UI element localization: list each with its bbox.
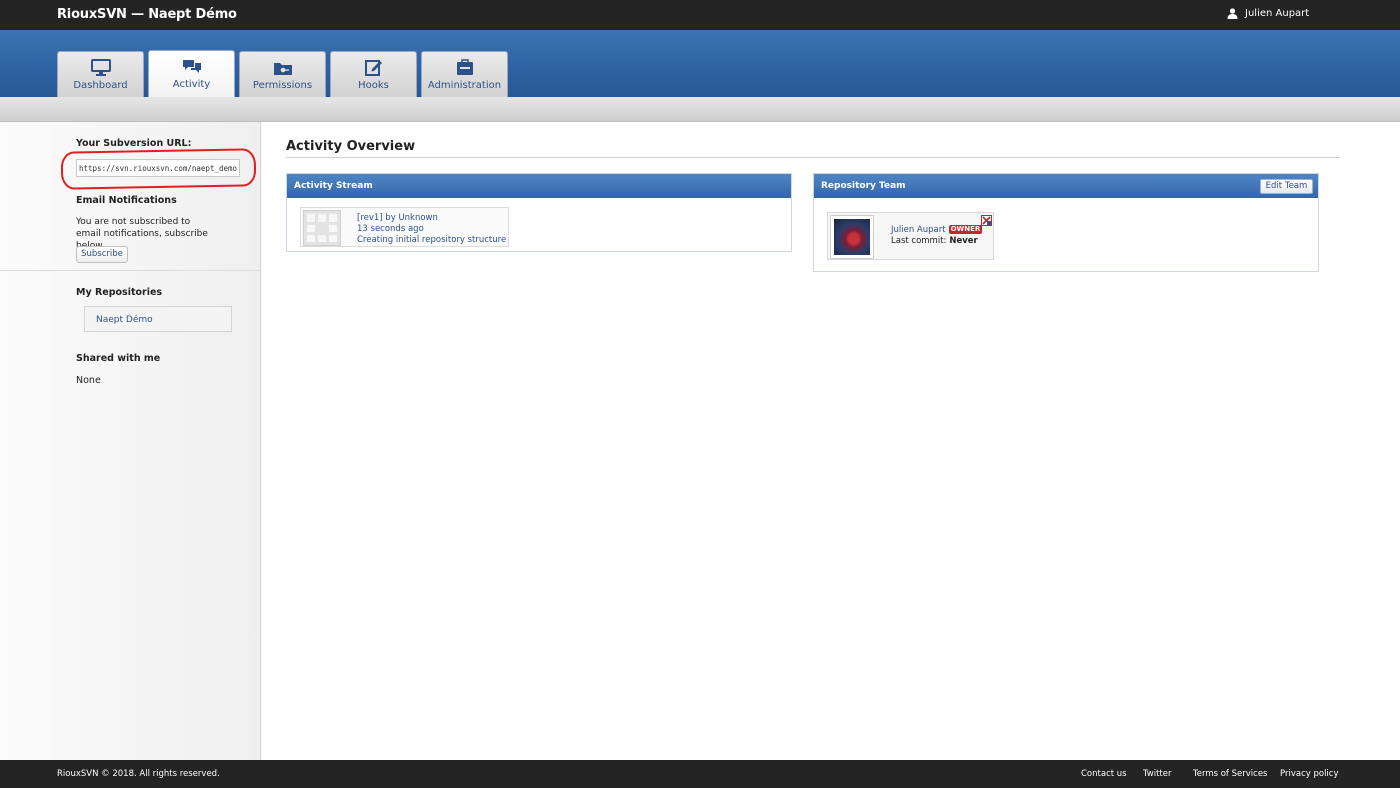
email-notifications-heading: Email Notifications: [76, 195, 177, 206]
tab-permissions[interactable]: Permissions: [239, 51, 326, 97]
user-icon: [1227, 8, 1238, 19]
chat-icon: [182, 60, 201, 73]
shared-with-me-heading: Shared with me: [76, 353, 161, 364]
briefcase-icon: [456, 59, 473, 75]
last-commit-value: Never: [949, 236, 978, 246]
tab-label: Hooks: [358, 80, 389, 91]
identicon-icon: [307, 214, 337, 242]
last-commit-label: Last commit:: [891, 236, 947, 246]
activity-time: 13 seconds ago: [357, 224, 424, 234]
avatar: [830, 215, 874, 259]
main-content: Activity Overview Activity Stream [rev1]…: [262, 122, 1400, 760]
user-name: Julien Aupart: [1245, 8, 1310, 19]
team-member-name[interactable]: Julien Aupart: [891, 225, 946, 235]
twitter-link[interactable]: Twitter: [1143, 769, 1172, 779]
user-menu[interactable]: Julien Aupart: [1227, 8, 1309, 19]
sidebar-divider: [0, 270, 260, 271]
shared-with-me-value: None: [76, 375, 101, 386]
privacy-link[interactable]: Privacy policy: [1280, 769, 1339, 779]
edit-team-button[interactable]: Edit Team: [1260, 179, 1313, 194]
tab-label: Dashboard: [73, 80, 128, 91]
page-title: Activity Overview: [286, 139, 416, 154]
activity-revision[interactable]: [rev1] by Unknown: [357, 213, 506, 224]
remove-member-icon[interactable]: [981, 215, 992, 226]
tab-dashboard[interactable]: Dashboard: [57, 51, 144, 97]
activity-stream-title: Activity Stream: [294, 181, 373, 191]
team-member-info: Julien Aupart OWNER Last commit: Never: [891, 225, 983, 247]
sub-band: [0, 97, 1400, 122]
top-bar: RiouxSVN — Naept Démo Julien Aupart: [0, 0, 1400, 30]
avatar-image: [834, 219, 870, 255]
app-title: RiouxSVN — Naept Démo: [57, 7, 237, 22]
activity-text: [rev1] by Unknown 13 seconds ago Creatin…: [357, 213, 506, 246]
repository-team-title: Repository Team: [821, 181, 906, 191]
tab-activity[interactable]: Activity: [148, 50, 235, 97]
tab-label: Activity: [172, 79, 211, 90]
folder-key-icon: [273, 63, 292, 75]
my-repositories-heading: My Repositories: [76, 287, 163, 298]
footer: RiouxSVN © 2018. All rights reserved. Co…: [0, 760, 1400, 788]
tab-administration[interactable]: Administration: [421, 51, 508, 97]
subscribe-button[interactable]: Subscribe: [76, 246, 128, 263]
owner-badge: OWNER: [948, 225, 983, 234]
repository-team-header: Repository Team Edit Team: [814, 174, 1318, 198]
activity-message: Creating initial repository structure: [357, 235, 507, 245]
team-member-card: Julien Aupart OWNER Last commit: Never: [827, 212, 994, 260]
svn-url-field[interactable]: https://svn.riouxsvn.com/naept_demo: [76, 159, 240, 177]
tab-label: Permissions: [252, 80, 313, 91]
copyright-text: RiouxSVN © 2018. All rights reserved.: [57, 769, 220, 779]
activity-avatar: [303, 210, 341, 246]
title-divider: [286, 157, 1340, 158]
activity-stream-header: Activity Stream: [287, 174, 791, 198]
edit-icon: [364, 60, 382, 76]
tab-label: Administration: [427, 80, 502, 91]
terms-link[interactable]: Terms of Services: [1193, 769, 1267, 779]
svn-url-heading: Your Subversion URL:: [76, 138, 192, 149]
tab-hooks[interactable]: Hooks: [330, 51, 417, 97]
repository-item[interactable]: Naept Démo: [84, 306, 232, 332]
monitor-icon: [90, 59, 111, 76]
activity-stream-panel: Activity Stream [rev1] by Unknown 13 sec…: [286, 173, 792, 252]
activity-item[interactable]: [rev1] by Unknown 13 seconds ago Creatin…: [300, 207, 509, 247]
contact-us-link[interactable]: Contact us: [1081, 769, 1127, 779]
nav-band: Dashboard Activity Permissions Hooks Adm…: [0, 30, 1400, 97]
sidebar: Your Subversion URL: https://svn.riouxsv…: [0, 122, 261, 760]
repository-team-panel: Repository Team Edit Team Julien Aupart O…: [813, 173, 1319, 272]
